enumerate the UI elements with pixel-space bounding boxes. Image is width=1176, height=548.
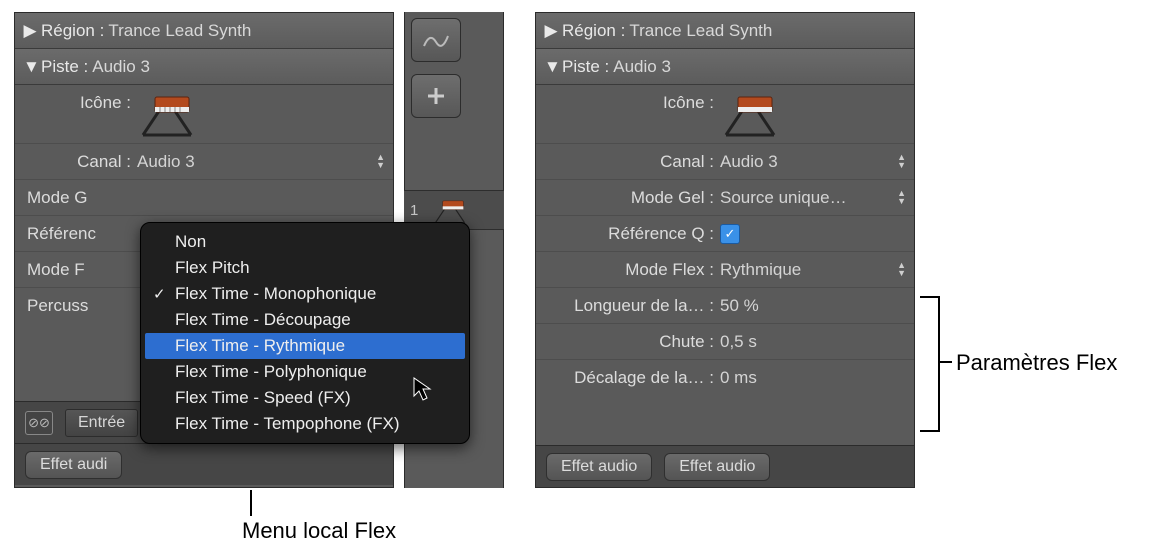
decay-label: Chute : bbox=[544, 332, 720, 352]
channel-value-text: Audio 3 bbox=[137, 152, 195, 172]
param-mode-flex[interactable]: Mode Flex : Rythmique ▲▼ bbox=[536, 251, 914, 287]
param-mode-gel-cut[interactable]: Mode G bbox=[15, 179, 393, 215]
stepper-icon[interactable]: ▲▼ bbox=[897, 190, 906, 205]
menu-item-rhythmic[interactable]: Flex Time - Rythmique bbox=[145, 333, 465, 359]
param-percuss-label-cut: Percuss bbox=[23, 296, 141, 316]
mouse-cursor-icon bbox=[412, 376, 438, 402]
param-icon-value[interactable] bbox=[720, 91, 906, 137]
param-icon-label: Icône : bbox=[23, 85, 137, 113]
audio-effect-button-1[interactable]: Effet audio bbox=[546, 453, 652, 481]
stepper-icon[interactable]: ▲▼ bbox=[376, 154, 385, 169]
callout-line-menu bbox=[250, 490, 252, 516]
callout-text-menu: Menu local Flex bbox=[242, 518, 396, 544]
stepper-icon[interactable]: ▲▼ bbox=[897, 154, 906, 169]
disclosure-right-icon[interactable]: ▶ bbox=[544, 21, 558, 41]
track-header[interactable]: ▼ Piste : Audio 3 bbox=[15, 49, 393, 85]
param-icon: Icône : bbox=[15, 85, 393, 143]
right-inspector-panel: ▶ Région : Trance Lead Synth ▼ Piste : A… bbox=[535, 12, 915, 488]
track-value: Audio 3 bbox=[92, 57, 150, 77]
param-decay[interactable]: Chute : 0,5 s bbox=[536, 323, 914, 359]
menu-item-non[interactable]: Non bbox=[145, 229, 465, 255]
effects-strip: Effet audi bbox=[15, 443, 393, 485]
mode-gel-label: Mode Gel : bbox=[544, 188, 720, 208]
menu-item-slicing[interactable]: Flex Time - Découpage bbox=[145, 307, 465, 333]
param-modeflex-label-cut: Mode F bbox=[23, 260, 141, 280]
mode-flex-value: Rythmique bbox=[720, 260, 801, 280]
region-value: Trance Lead Synth bbox=[108, 21, 251, 41]
input-button[interactable]: Entrée bbox=[65, 409, 138, 437]
channel-label: Canal : bbox=[544, 152, 720, 172]
region-header-right[interactable]: ▶ Région : Trance Lead Synth bbox=[536, 13, 914, 49]
offset-label: Décalage de la… : bbox=[544, 368, 720, 388]
param-offset[interactable]: Décalage de la… : 0 ms bbox=[536, 359, 914, 395]
ref-q-checkbox[interactable]: ✓ bbox=[720, 224, 740, 244]
param-mode-gel-label-cut: Mode G bbox=[23, 188, 141, 208]
decay-value: 0,5 s bbox=[720, 332, 757, 352]
length-label: Longueur de la… : bbox=[544, 296, 720, 316]
track-label: Piste : bbox=[41, 57, 88, 77]
track-synth-icon bbox=[424, 196, 476, 224]
offset-value: 0 ms bbox=[720, 368, 757, 388]
channel-value: Audio 3 bbox=[720, 152, 778, 172]
disclosure-down-icon[interactable]: ▼ bbox=[544, 57, 558, 77]
disclosure-down-icon[interactable]: ▼ bbox=[23, 57, 37, 77]
track-value: Audio 3 bbox=[613, 57, 671, 77]
menu-item-tempophone-fx[interactable]: Flex Time - Tempophone (FX) bbox=[145, 411, 465, 437]
disclosure-right-icon[interactable]: ▶ bbox=[23, 21, 37, 41]
effects-strip-right: Effet audio Effet audio bbox=[536, 445, 914, 487]
ref-q-label: Référence Q : bbox=[544, 224, 720, 244]
mode-gel-value: Source unique… bbox=[720, 188, 847, 208]
param-reference-q[interactable]: Référence Q : ✓ bbox=[536, 215, 914, 251]
mode-flex-label: Mode Flex : bbox=[544, 260, 720, 280]
callout-text-params: Paramètres Flex bbox=[956, 350, 1117, 376]
track-header-right[interactable]: ▼ Piste : Audio 3 bbox=[536, 49, 914, 85]
flex-mode-popup-menu: Non Flex Pitch ✓Flex Time - Monophonique… bbox=[140, 222, 470, 444]
synth-keyboard-icon bbox=[720, 91, 780, 137]
length-value: 50 % bbox=[720, 296, 759, 316]
param-channel-value: Audio 3 ▲▼ bbox=[137, 152, 385, 172]
param-icon-value[interactable] bbox=[137, 91, 385, 137]
param-channel-right[interactable]: Canal : Audio 3 ▲▼ bbox=[536, 143, 914, 179]
stepper-icon[interactable]: ▲▼ bbox=[897, 262, 906, 277]
automation-toggle-button[interactable] bbox=[411, 18, 461, 62]
param-refq-label-cut: Référenc bbox=[23, 224, 141, 244]
param-channel-label: Canal : bbox=[23, 152, 137, 172]
check-icon: ✓ bbox=[153, 285, 166, 303]
audio-effect-button[interactable]: Effet audi bbox=[25, 451, 122, 479]
audio-effect-button-2[interactable]: Effet audio bbox=[664, 453, 770, 481]
menu-item-monophonic[interactable]: ✓Flex Time - Monophonique bbox=[145, 281, 465, 307]
synth-keyboard-icon bbox=[137, 91, 197, 137]
menu-item-flex-pitch[interactable]: Flex Pitch bbox=[145, 255, 465, 281]
param-icon-label: Icône : bbox=[544, 85, 720, 113]
region-header[interactable]: ▶ Région : Trance Lead Synth bbox=[15, 13, 393, 49]
callout-line-params bbox=[938, 361, 952, 363]
region-value: Trance Lead Synth bbox=[629, 21, 772, 41]
param-mode-gel[interactable]: Mode Gel : Source unique… ▲▼ bbox=[536, 179, 914, 215]
param-channel[interactable]: Canal : Audio 3 ▲▼ bbox=[15, 143, 393, 179]
param-length[interactable]: Longueur de la… : 50 % bbox=[536, 287, 914, 323]
stereo-link-icon[interactable]: ⊘⊘ bbox=[25, 411, 53, 435]
track-label: Piste : bbox=[562, 57, 609, 77]
add-track-button[interactable] bbox=[411, 74, 461, 118]
track-number: 1 bbox=[410, 202, 418, 219]
region-label: Région : bbox=[41, 21, 104, 41]
callout-bracket bbox=[920, 296, 940, 432]
region-label: Région : bbox=[562, 21, 625, 41]
param-icon-right: Icône : bbox=[536, 85, 914, 143]
